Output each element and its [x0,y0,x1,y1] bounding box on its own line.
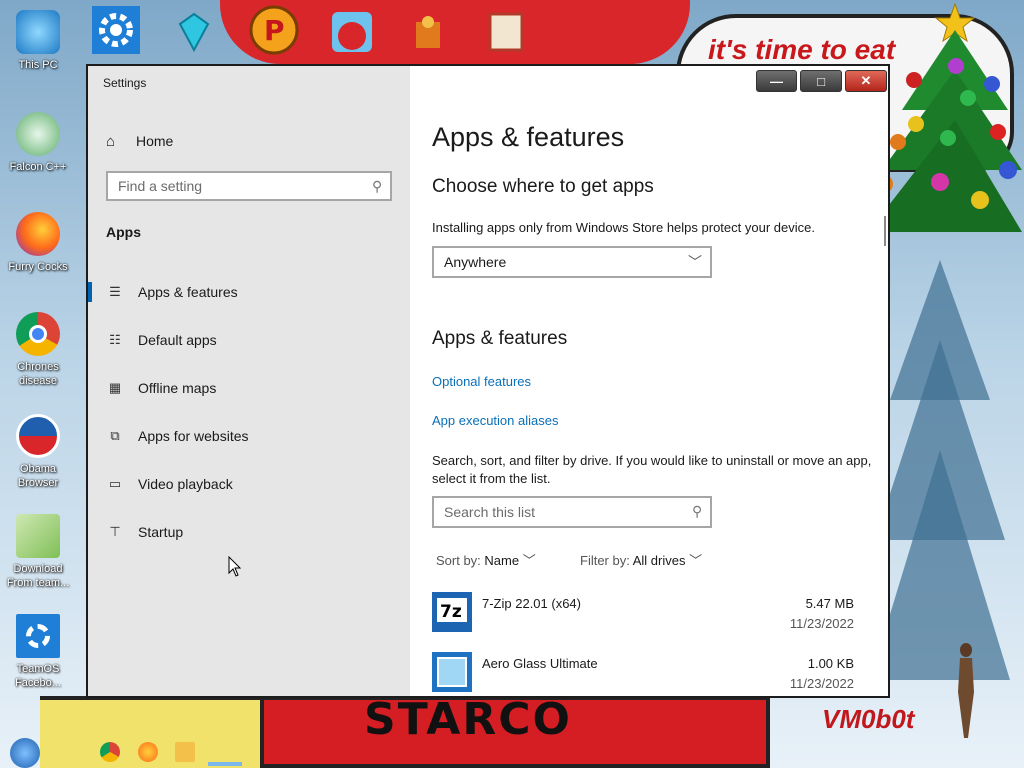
sidebar-item-label: Offline maps [138,380,217,396]
window-title: Settings [103,76,147,90]
figure-icon [958,643,974,738]
mouse-cursor-icon [228,556,242,577]
page-title: Apps & features [432,122,625,152]
app-size: 5.47 MB [805,596,854,611]
sidebar-item-default-apps[interactable]: ☷ Default apps [88,322,410,358]
desktop-icon-label: This PC [18,59,58,71]
app-list-item[interactable]: 7z 7-Zip 22.01 (x64) 5.47 MB 11/23/2022 [432,592,864,648]
active-app-indicator [208,762,242,766]
sort-dropdown[interactable]: Sort by: Name ﹀ [436,550,536,569]
file-explorer-taskbar-icon[interactable] [175,742,195,762]
monitor-icon [16,10,60,54]
desktop-icon-chrome[interactable]: Chrones disease [0,312,76,388]
sidebar-item-apps-features[interactable]: ☰ Apps & features [88,274,410,310]
sidebar-section-title: Apps [106,224,141,240]
chevron-down-icon: ﹀ [689,553,703,568]
search-icon: ⚲ [371,178,382,194]
recycle-icon [16,112,60,156]
default-apps-icon: ☷ [109,332,121,347]
calendar-app-icon[interactable] [486,12,546,72]
desktop-icon-label: TeamOS Facebo... [15,663,61,689]
taskbar [0,736,1024,768]
app-name: 7-Zip 22.01 (x64) [482,596,581,611]
chrome-icon [16,312,60,356]
aero-glass-icon [432,652,472,692]
settings-window: Settings ⌂ Home Find a setting ⚲ Apps ☰ … [86,64,890,698]
search-icon: ⚲ [691,503,702,519]
diamond-icon[interactable] [172,10,232,70]
sort-label: Sort by: [436,553,481,568]
web-app-icon: ⧉ [110,428,120,443]
apps-features-heading: Apps & features [432,328,568,349]
video-icon: ▭ [108,476,122,491]
sidebar-item-startup[interactable]: ⊤ Startup [88,514,410,550]
sort-value: Name [484,553,520,568]
search-description: Search, sort, and filter by drive. If yo… [432,453,872,486]
7zip-icon: 7z [432,592,472,632]
home-icon: ⌂ [106,132,116,150]
desktop-icon-label: Obama Browser [17,463,59,489]
optional-features-link[interactable]: Optional features [432,374,531,389]
desktop-icon-firefox[interactable]: Furry Cocks [0,212,76,274]
choose-apps-heading: Choose where to get apps [432,176,654,197]
chevron-down-icon: ﹀ [522,553,536,568]
svg-text:P: P [264,14,285,47]
desktop-icon-label: Furry Cocks [8,261,68,273]
app-list-item[interactable]: Aero Glass Ultimate 1.00 KB 11/23/2022 [432,652,864,696]
start-button[interactable] [10,738,40,768]
sidebar-item-label: Apps for websites [138,428,249,444]
scrollbar[interactable] [884,216,886,246]
settings-sidebar: Settings ⌂ Home Find a setting ⚲ Apps ☰ … [88,66,410,696]
desktop-icon-this-pc[interactable]: This PC [0,10,76,72]
search-list-placeholder: Search this list [444,504,536,520]
sidebar-item-offline-maps[interactable]: ▦ Offline maps [88,370,410,406]
find-setting-placeholder: Find a setting [118,178,203,194]
chevron-down-icon: ﹀ [688,254,702,270]
app-source-value: Anywhere [444,254,507,270]
sidebar-item-label: Default apps [138,332,217,348]
settings-content: Apps & features Choose where to get apps… [410,66,888,696]
obama-logo-icon [16,414,60,458]
snowy-tree-icon [870,260,1010,680]
gear-icon [16,614,60,658]
nav-home[interactable]: ⌂ Home [106,130,173,152]
app-name: Aero Glass Ultimate [482,656,598,671]
app-date: 11/23/2022 [789,616,854,631]
app-size: 1.00 KB [807,656,854,671]
notepad-icon [16,514,60,558]
app-execution-aliases-link[interactable]: App execution aliases [432,413,558,428]
startup-icon: ⊤ [109,524,121,539]
chrome-taskbar-icon[interactable] [100,742,120,762]
filter-value: All drives [632,553,686,568]
sidebar-item-video-playback[interactable]: ▭ Video playback [88,466,410,502]
gear-icon[interactable] [92,6,152,66]
filter-label: Filter by: [580,553,630,568]
desktop-icon-label: Download From team... [6,563,70,589]
sidebar-item-label: Startup [138,524,184,540]
app-date: 11/23/2022 [789,676,854,691]
pegging-app-icon[interactable]: P [248,4,308,64]
svg-text:7z: 7z [440,602,462,622]
sidebar-item-label: Apps & features [138,284,238,300]
desktop-icon-label: Falcon C++ [9,161,67,173]
desktop-icon-falcon[interactable]: Falcon C++ [0,112,76,174]
firefox-taskbar-icon[interactable] [138,742,158,762]
choose-apps-description: Installing apps only from Windows Store … [432,220,815,235]
sidebar-item-apps-websites[interactable]: ⧉ Apps for websites [88,418,410,454]
search-list-input[interactable]: Search this list ⚲ [432,496,712,528]
angry-birds-icon[interactable] [330,10,390,70]
firefox-icon [16,212,60,256]
wallpaper-signature: VM0b0t [822,704,915,734]
sidebar-item-label: Video playback [138,476,233,492]
filter-dropdown[interactable]: Filter by: All drives ﹀ [580,550,702,569]
app-source-dropdown[interactable]: Anywhere ﹀ [432,246,712,278]
desktop-icon-download[interactable]: Download From team... [0,514,76,590]
desktop-icon-label: Chrones disease [17,361,59,387]
desktop-icon-teamos[interactable]: TeamOS Facebo... [0,614,76,690]
find-setting-input[interactable]: Find a setting ⚲ [106,171,392,201]
desktop-icon-obama[interactable]: Obama Browser [0,414,76,490]
list-icon: ☰ [109,284,121,299]
map-icon: ▦ [108,380,122,395]
nav-home-label: Home [136,133,174,149]
